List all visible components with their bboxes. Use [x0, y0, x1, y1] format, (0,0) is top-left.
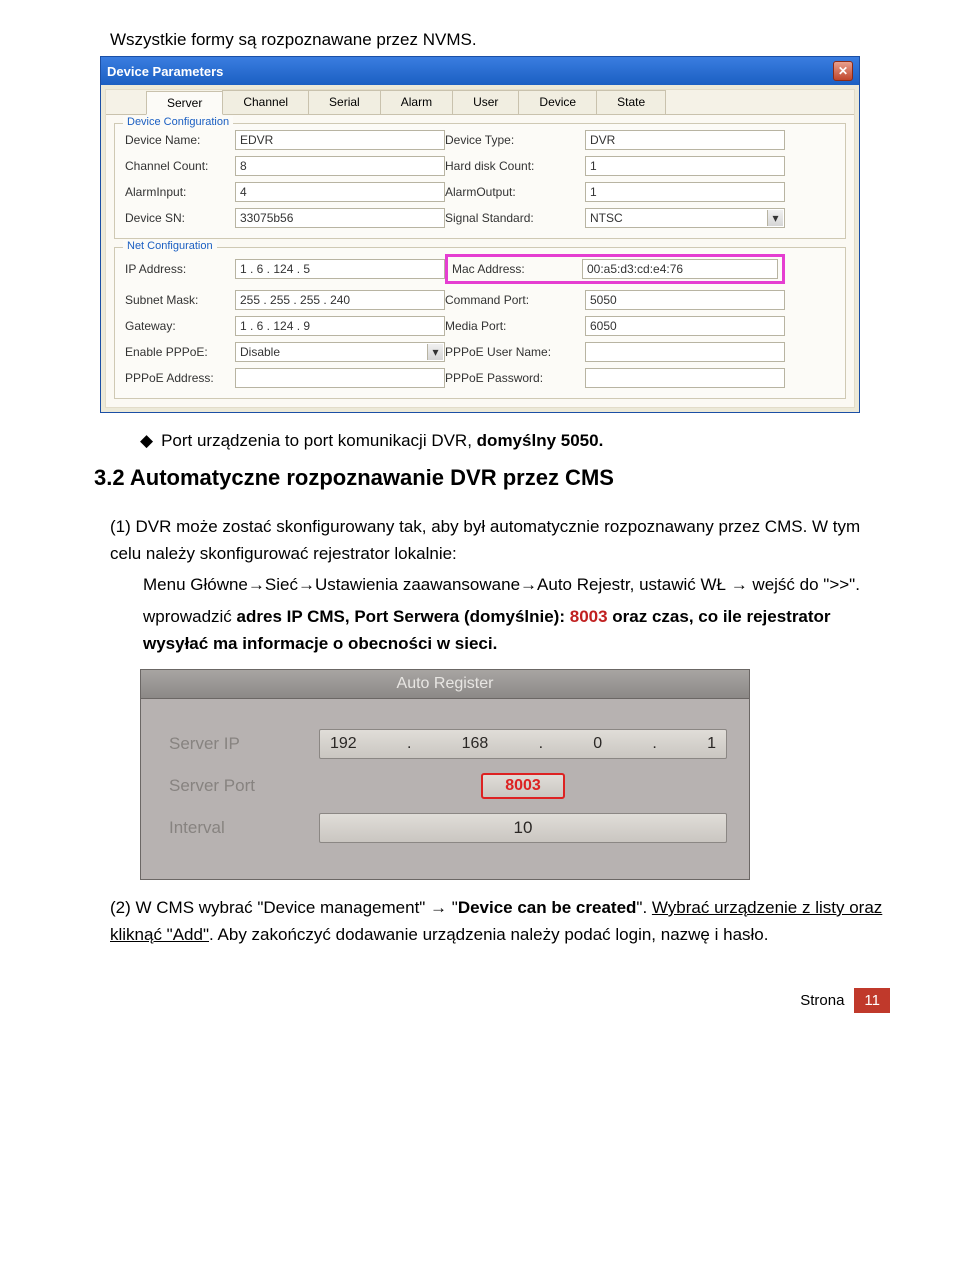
tabs: Server Channel Serial Alarm User Device …: [106, 90, 854, 115]
alarm-input-value: 4: [235, 182, 445, 202]
tab-user[interactable]: User: [452, 90, 519, 114]
pppoe-password-input[interactable]: [585, 368, 785, 388]
channel-count-value: 8: [235, 156, 445, 176]
chevron-down-icon: ▾: [427, 344, 443, 360]
alarm-output-label: AlarmOutput:: [445, 185, 585, 199]
pppoe-password-label: PPPoE Password:: [445, 371, 585, 385]
page-number: 11: [854, 988, 890, 1013]
device-config-legend: Device Configuration: [123, 116, 233, 128]
auto-register-title: Auto Register: [141, 670, 749, 699]
hdd-count-value: 1: [585, 156, 785, 176]
tab-serial[interactable]: Serial: [308, 90, 381, 114]
subnet-mask-label: Subnet Mask:: [125, 293, 235, 307]
server-ip-input[interactable]: 192 . 168 . 0 . 1: [319, 729, 727, 759]
media-port-label: Media Port:: [445, 319, 585, 333]
pppoe-user-input[interactable]: [585, 342, 785, 362]
wprow-a: wprowadzić: [143, 607, 237, 626]
gateway-label: Gateway:: [125, 319, 235, 333]
mac-address-value: 00:a5:d3:cd:e4:76: [582, 259, 778, 279]
device-parameters-dialog: Device Parameters ✕ Server Channel Seria…: [100, 56, 860, 413]
page-footer: Strona 11: [90, 988, 890, 1013]
ip-address-label: IP Address:: [125, 262, 235, 276]
hdd-count-label: Hard disk Count:: [445, 159, 585, 173]
paragraph-2: (2) W CMS wybrać "Device management" → "…: [110, 894, 890, 948]
channel-count-label: Channel Count:: [125, 159, 235, 173]
dot-icon: .: [539, 735, 543, 753]
pppoe-enable-value: Disable: [240, 345, 280, 359]
paragraph-1-wprow: wprowadzić adres IP CMS, Port Serwera (d…: [143, 603, 890, 657]
intro-text: Wszystkie formy są rozpoznawane przez NV…: [110, 30, 890, 50]
server-ip-label: Server IP: [169, 734, 319, 754]
alarm-output-value: 1: [585, 182, 785, 202]
tab-device[interactable]: Device: [518, 90, 597, 114]
net-configuration-group: Net Configuration IP Address: 1 . 6 . 12…: [114, 247, 846, 399]
server-ip-oct2: 168: [462, 735, 489, 753]
auto-register-panel: Auto Register Server IP 192 . 168 . 0 . …: [140, 669, 750, 880]
bullet-text-b: domyślny 5050.: [477, 431, 604, 450]
dot-icon: .: [652, 735, 656, 753]
port-number: 8003: [570, 607, 613, 626]
interval-input[interactable]: 10: [319, 813, 727, 843]
para2-c: ".: [636, 898, 651, 917]
paragraph-1-intro: (1) DVR może zostać skonfigurowany tak, …: [110, 513, 890, 567]
pppoe-enable-select[interactable]: Disable ▾: [235, 342, 445, 362]
pppoe-enable-label: Enable PPPoE:: [125, 345, 235, 359]
server-port-input[interactable]: 8003: [481, 773, 565, 799]
device-type-value: DVR: [585, 130, 785, 150]
command-port-label: Command Port:: [445, 293, 585, 307]
para2-a: (2) W CMS wybrać "Device management" → ": [110, 898, 458, 917]
pppoe-address-input[interactable]: [235, 368, 445, 388]
dialog-body: Server Channel Serial Alarm User Device …: [105, 89, 855, 408]
device-configuration-group: Device Configuration Device Name: EDVR D…: [114, 123, 846, 239]
device-sn-label: Device SN:: [125, 211, 235, 225]
pppoe-user-label: PPPoE User Name:: [445, 345, 585, 359]
subnet-mask-input[interactable]: 255 . 255 . 255 . 240: [235, 290, 445, 310]
bullet-port-info: Port urządzenia to port komunikacji DVR,…: [140, 431, 890, 451]
ip-address-input[interactable]: 1 . 6 . 124 . 5: [235, 259, 445, 279]
close-icon[interactable]: ✕: [833, 61, 853, 81]
media-port-input[interactable]: 6050: [585, 316, 785, 336]
mac-address-highlight: Mac Address: 00:a5:d3:cd:e4:76: [445, 254, 785, 284]
diamond-icon: [140, 431, 161, 450]
chevron-down-icon: ▾: [767, 210, 783, 226]
section-heading: 3.2 Automatyczne rozpoznawanie DVR przez…: [94, 465, 890, 491]
pppoe-address-label: PPPoE Address:: [125, 371, 235, 385]
server-ip-oct1: 192: [330, 735, 357, 753]
footer-label: Strona: [800, 992, 844, 1009]
server-ip-oct3: 0: [593, 735, 602, 753]
tab-state[interactable]: State: [596, 90, 666, 114]
mac-address-label: Mac Address:: [452, 262, 582, 276]
server-ip-oct4: 1: [707, 735, 716, 753]
paragraph-1-menu: Menu Główne→Sieć→Ustawienia zaawansowane…: [143, 571, 890, 598]
device-sn-value: 33075b56: [235, 208, 445, 228]
para2-b: Device can be created: [458, 898, 637, 917]
server-port-label: Server Port: [169, 776, 319, 796]
wprow-b: adres IP CMS, Port Serwera (domyślnie):: [237, 607, 570, 626]
para2-e: . Aby zakończyć dodawanie urządzenia nal…: [209, 925, 768, 944]
signal-standard-select[interactable]: NTSC ▾: [585, 208, 785, 228]
document-page: Wszystkie formy są rozpoznawane przez NV…: [0, 0, 960, 1033]
auto-register-body: Server IP 192 . 168 . 0 . 1 Server Port …: [141, 699, 749, 879]
signal-standard-value: NTSC: [590, 211, 623, 225]
dialog-title: Device Parameters: [107, 64, 223, 79]
interval-label: Interval: [169, 818, 319, 838]
command-port-input[interactable]: 5050: [585, 290, 785, 310]
bullet-text-a: Port urządzenia to port komunikacji DVR,: [161, 431, 477, 450]
dialog-titlebar: Device Parameters ✕: [101, 57, 859, 85]
tab-channel[interactable]: Channel: [222, 90, 309, 114]
device-name-label: Device Name:: [125, 133, 235, 147]
signal-standard-label: Signal Standard:: [445, 211, 585, 225]
net-config-legend: Net Configuration: [123, 240, 217, 252]
gateway-input[interactable]: 1 . 6 . 124 . 9: [235, 316, 445, 336]
device-type-label: Device Type:: [445, 133, 585, 147]
tab-server[interactable]: Server: [146, 91, 223, 115]
tab-alarm[interactable]: Alarm: [380, 90, 453, 114]
alarm-input-label: AlarmInput:: [125, 185, 235, 199]
device-name-input[interactable]: EDVR: [235, 130, 445, 150]
dot-icon: .: [407, 735, 411, 753]
